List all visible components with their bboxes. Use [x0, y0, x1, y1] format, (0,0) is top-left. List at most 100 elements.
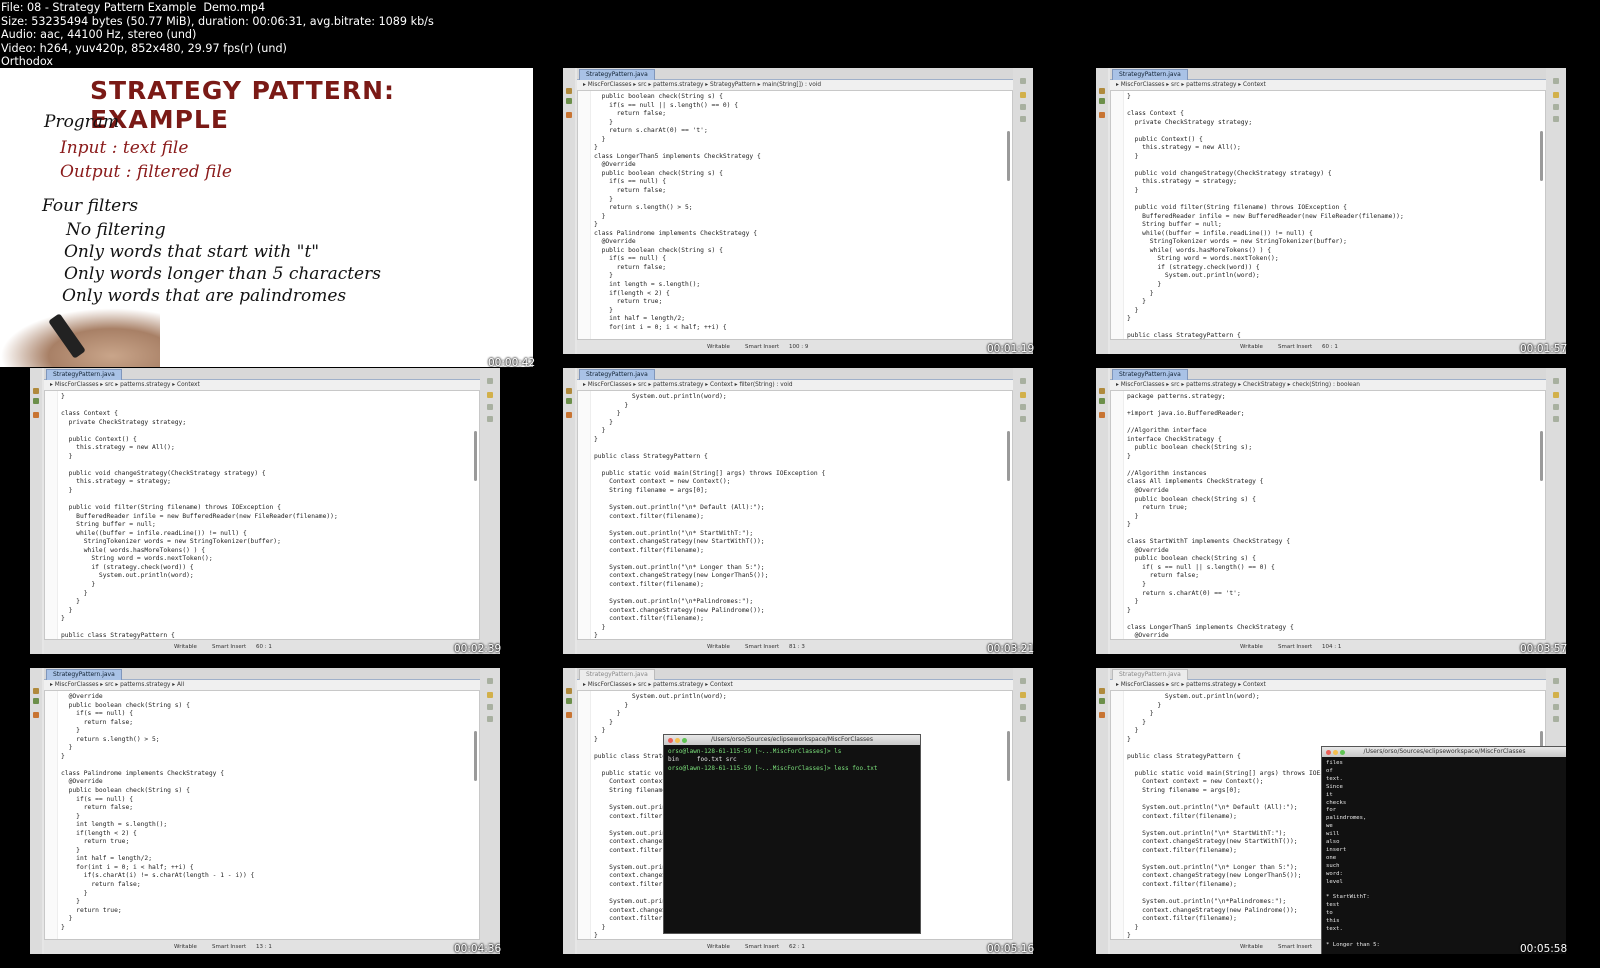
timestamp: 00:03:21 — [987, 643, 1035, 655]
thumbnail-ide: StrategyPattern.java ▸ MiscForClasses ▸ … — [1096, 68, 1566, 354]
code-editor[interactable]: } class Context { private CheckStrategy … — [44, 390, 480, 640]
editor-gutter — [578, 91, 591, 339]
tab-strategy-pattern-java[interactable]: StrategyPattern.java — [579, 69, 655, 80]
window-controls[interactable] — [668, 737, 689, 747]
breadcrumb[interactable]: ▸ MiscForClasses ▸ src ▸ patterns.strate… — [44, 680, 480, 690]
thumbnail-ide: StrategyPattern.java ▸ MiscForClasses ▸ … — [563, 68, 1033, 354]
tab-strategy-pattern-java[interactable]: StrategyPattern.java — [579, 669, 655, 680]
scrollbar[interactable] — [1007, 431, 1010, 481]
breadcrumb[interactable]: ▸ MiscForClasses ▸ src ▸ patterns.strate… — [1110, 80, 1546, 90]
right-toolbar — [1546, 68, 1566, 354]
breadcrumb[interactable]: ▸ MiscForClasses ▸ src ▸ patterns.strate… — [577, 80, 1013, 90]
insert-mode-status: Smart Insert — [1278, 344, 1313, 350]
output-label: Output : filtered file — [60, 162, 232, 182]
cursor-position: 62 : 1 — [789, 944, 805, 950]
breadcrumb[interactable]: ▸ MiscForClasses ▸ src ▸ patterns.strate… — [577, 380, 1013, 390]
left-toolbar — [30, 368, 42, 654]
tab-strategy-pattern-java[interactable]: StrategyPattern.java — [1112, 369, 1188, 380]
insert-mode-status: Smart Insert — [212, 944, 247, 950]
terminal-title: /Users/orso/Sources/eclipseworkspace/Mis… — [1363, 748, 1526, 755]
terminal-line: orso@lawn-128-61-115-59 [~...MiscForClas… — [668, 764, 878, 772]
size-line: Size: 53235494 bytes (50.77 MiB), durati… — [1, 14, 434, 28]
right-toolbar — [480, 668, 500, 954]
right-toolbar — [1013, 368, 1033, 654]
editor-tab-bar: StrategyPattern.java — [1110, 668, 1546, 680]
terminal-title: /Users/orso/Sources/eclipseworkspace/Mis… — [711, 736, 873, 743]
insert-mode-status: Smart Insert — [745, 644, 780, 650]
window-controls[interactable] — [1326, 749, 1347, 759]
status-bar: Writable Smart Insert 100 : 9 — [577, 339, 1013, 354]
terminal-window[interactable]: /Users/orso/Sources/eclipseworkspace/Mis… — [663, 734, 921, 934]
writable-status: Writable — [1240, 944, 1263, 950]
cursor-position: 13 : 1 — [256, 944, 272, 950]
timestamp: 00:01:19 — [987, 343, 1035, 355]
terminal-window[interactable]: /Users/orso/Sources/eclipseworkspace/Mis… — [1321, 746, 1566, 954]
editor-gutter — [578, 691, 591, 939]
writable-status: Writable — [1240, 644, 1263, 650]
tab-strategy-pattern-java[interactable]: StrategyPattern.java — [1112, 669, 1188, 680]
code-editor[interactable]: public boolean check(String s) { if(s ==… — [577, 90, 1013, 340]
writable-status: Writable — [707, 644, 730, 650]
code-editor[interactable]: } class Context { private CheckStrategy … — [1110, 90, 1546, 340]
editor-tab-bar: StrategyPattern.java — [1110, 368, 1546, 380]
thumbnail-ide: StrategyPattern.java ▸ MiscForClasses ▸ … — [563, 368, 1033, 654]
editor-tab-bar: StrategyPattern.java — [44, 668, 480, 680]
editor-gutter — [578, 391, 591, 639]
insert-mode-status: Smart Insert — [212, 644, 247, 650]
editor-tab-bar: StrategyPattern.java — [577, 668, 1013, 680]
timestamp: 00:02:39 — [454, 643, 502, 655]
editor-gutter — [1111, 91, 1124, 339]
right-toolbar — [480, 368, 500, 654]
video-info-header: File: 08 - Strategy Pattern Example Demo… — [0, 0, 1600, 68]
breadcrumb[interactable]: ▸ MiscForClasses ▸ src ▸ patterns.strate… — [44, 380, 480, 390]
tab-strategy-pattern-java[interactable]: StrategyPattern.java — [46, 369, 122, 380]
left-toolbar — [1096, 68, 1108, 354]
status-bar: Writable Smart Insert 62 : 1 — [577, 939, 1013, 954]
status-bar: Writable Smart Insert 104 : 1 — [1110, 639, 1546, 654]
scrollbar[interactable] — [474, 731, 477, 781]
filter-1: No filtering — [66, 220, 166, 240]
scrollbar[interactable] — [1007, 731, 1010, 781]
insert-mode-status: Smart Insert — [745, 944, 780, 950]
slide-title: STRATEGY PATTERN: EXAMPLE — [90, 76, 395, 134]
terminal-output: files of text. Since it checks for palin… — [1326, 760, 1380, 948]
eclipse-window: StrategyPattern.java ▸ MiscForClasses ▸ … — [563, 368, 1033, 654]
code-editor[interactable]: package patterns.strategy; +import java.… — [1110, 390, 1546, 640]
right-toolbar — [1546, 368, 1566, 654]
code-editor[interactable]: System.out.println(word); } } } } } publ… — [577, 390, 1013, 640]
editor-tab-bar: StrategyPattern.java — [577, 368, 1013, 380]
scrollbar[interactable] — [1540, 131, 1543, 181]
scrollbar[interactable] — [1540, 431, 1543, 481]
editor-gutter — [45, 691, 58, 939]
editor-gutter — [1111, 391, 1124, 639]
tab-strategy-pattern-java[interactable]: StrategyPattern.java — [46, 669, 122, 680]
tab-strategy-pattern-java[interactable]: StrategyPattern.java — [579, 369, 655, 380]
left-toolbar — [1096, 668, 1108, 954]
status-bar: Writable Smart Insert 60 : 1 — [44, 639, 480, 654]
breadcrumb[interactable]: ▸ MiscForClasses ▸ src ▸ patterns.strate… — [1110, 680, 1546, 690]
left-toolbar — [563, 368, 575, 654]
scrollbar[interactable] — [1007, 131, 1010, 181]
file-line: File: 08 - Strategy Pattern Example Demo… — [1, 1, 266, 14]
eclipse-window: StrategyPattern.java ▸ MiscForClasses ▸ … — [30, 368, 500, 654]
editor-gutter — [45, 391, 58, 639]
scrollbar[interactable] — [474, 431, 477, 481]
left-toolbar — [563, 668, 575, 954]
thumbnail-ide: StrategyPattern.java ▸ MiscForClasses ▸ … — [1096, 368, 1566, 654]
breadcrumb[interactable]: ▸ MiscForClasses ▸ src ▸ patterns.strate… — [577, 680, 1013, 690]
left-toolbar — [30, 668, 42, 954]
editor-tab-bar: StrategyPattern.java — [44, 368, 480, 380]
source-code: System.out.println(word); } } } } } publ… — [594, 393, 826, 640]
terminal-title-bar[interactable]: /Users/orso/Sources/eclipseworkspace/Mis… — [1322, 747, 1566, 757]
writable-status: Writable — [174, 644, 197, 650]
right-toolbar — [1013, 68, 1033, 354]
tab-strategy-pattern-java[interactable]: StrategyPattern.java — [1112, 69, 1188, 80]
terminal-title-bar[interactable]: /Users/orso/Sources/eclipseworkspace/Mis… — [664, 735, 920, 745]
left-toolbar — [1096, 368, 1108, 654]
editor-gutter — [1111, 691, 1124, 939]
breadcrumb[interactable]: ▸ MiscForClasses ▸ src ▸ patterns.strate… — [1110, 380, 1546, 390]
audio-line: Audio: aac, 44100 Hz, stereo (und) — [1, 28, 197, 41]
terminal-line: orso@lawn-128-61-115-59 [~...MiscForClas… — [668, 748, 842, 755]
source-code: @Override public boolean check(String s)… — [61, 693, 255, 931]
code-editor[interactable]: @Override public boolean check(String s)… — [44, 690, 480, 940]
